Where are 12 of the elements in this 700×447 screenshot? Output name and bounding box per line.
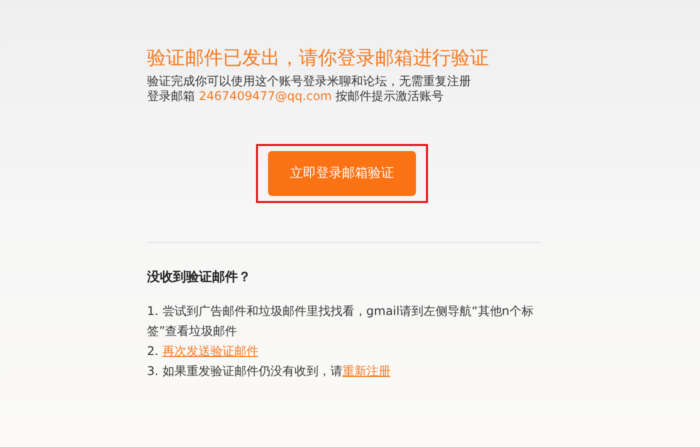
help-step: 2. 再次发送验证邮件 (147, 341, 547, 361)
help-heading: 没收到验证邮件？ (147, 269, 252, 287)
email-label: 登录邮箱 (147, 89, 195, 103)
help-step: 1. 尝试到广告邮件和垃圾邮件里找找看，gmail请到左侧导航“其他n个标签”查看垃圾邮件 (147, 301, 547, 341)
help-step: 3. 如果重发验证邮件仍没有收到，请重新注册 (147, 361, 547, 381)
register-again-link[interactable]: 重新注册 (342, 364, 390, 378)
email-instruction: 按邮件提示激活账号 (336, 89, 444, 103)
verify-email-button[interactable]: 立即登录邮箱验证 (268, 151, 416, 196)
email-address: 2467409477@qq.com (198, 89, 332, 103)
resend-email-link[interactable]: 再次发送验证邮件 (162, 344, 258, 358)
page-title: 验证邮件已发出，请你登录邮箱进行验证 (147, 46, 490, 71)
intro-text: 验证完成你可以使用这个账号登录米聊和论坛，无需重复注册 (147, 74, 472, 89)
